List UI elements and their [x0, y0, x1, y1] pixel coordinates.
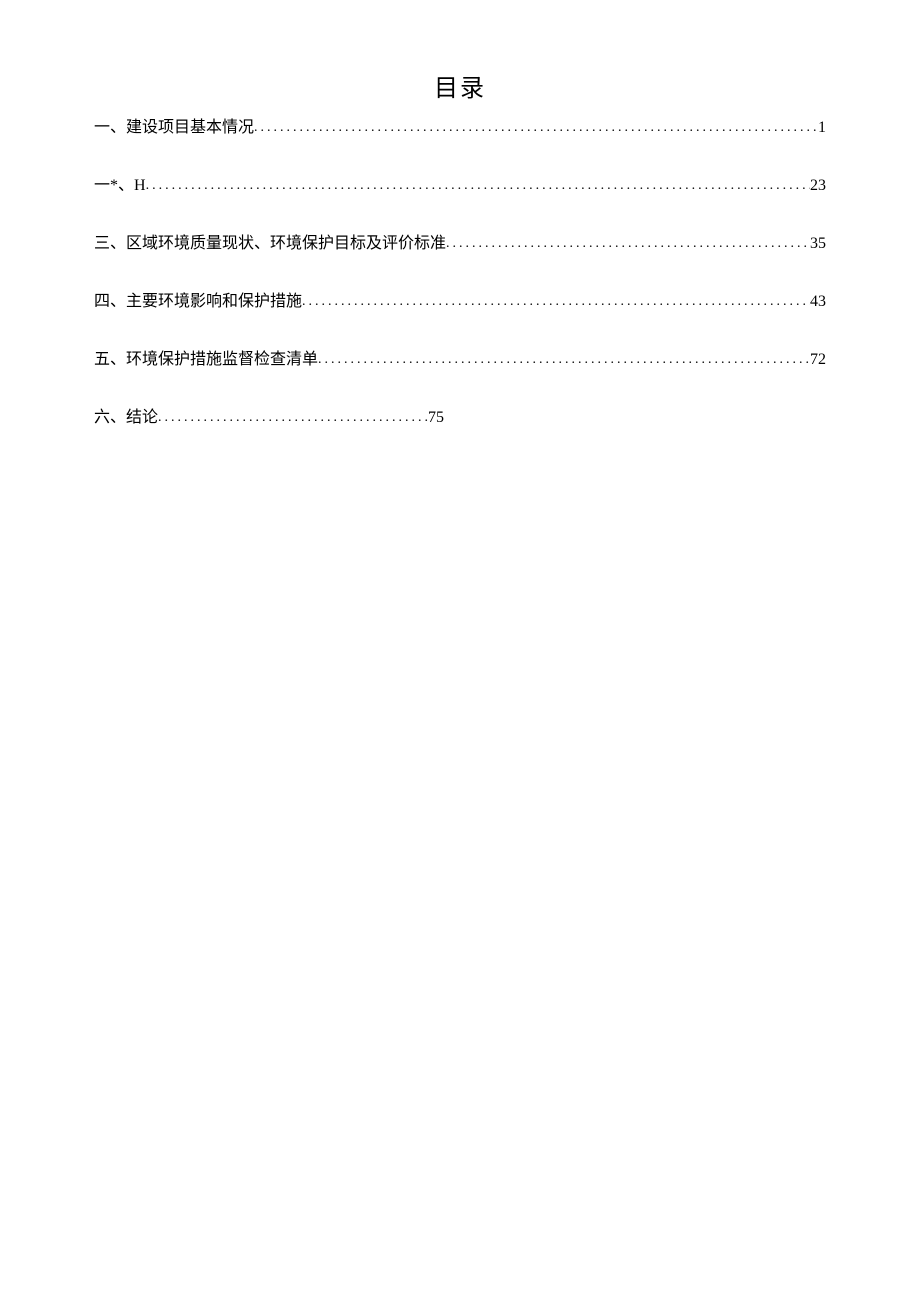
- toc-page-number: 43: [810, 293, 826, 311]
- toc-label: 一*、H: [94, 171, 146, 195]
- toc-entry-5: 五、环境保护措施监督检查清单 72: [94, 345, 826, 369]
- toc-entry-2: 一*、H 23: [94, 171, 826, 195]
- toc-entry-4: 四、主要环境影响和保护措施 43: [94, 287, 826, 311]
- toc-label: 六、结论: [94, 403, 158, 427]
- toc-label: 五、环境保护措施监督检查清单: [94, 345, 318, 369]
- toc-leader-dots: [146, 178, 810, 194]
- toc-page-number: 23: [810, 177, 826, 195]
- toc-page-number: 72: [810, 351, 826, 369]
- toc-page-number: 1: [818, 119, 826, 137]
- page-title: 目录: [94, 68, 826, 103]
- toc-leader-dots: [254, 120, 818, 136]
- toc-label: 四、主要环境影响和保护措施: [94, 287, 302, 311]
- toc-leader-dots: [318, 352, 810, 368]
- toc-entry-3: 三、区域环境质量现状、环境保护目标及评价标准 35: [94, 229, 826, 253]
- toc-entry-1: 一、建设项目基本情况 1: [94, 113, 826, 137]
- toc-entry-6: 六、结论 75: [94, 403, 826, 427]
- toc-leader-dots: [302, 294, 810, 310]
- toc-label: 三、区域环境质量现状、环境保护目标及评价标准: [94, 229, 446, 253]
- toc-leader-dots: [446, 236, 810, 252]
- toc-leader-dots: [158, 410, 428, 426]
- toc-label: 一、建设项目基本情况: [94, 113, 254, 137]
- toc-page-number: 75: [428, 409, 444, 427]
- toc-page-number: 35: [810, 235, 826, 253]
